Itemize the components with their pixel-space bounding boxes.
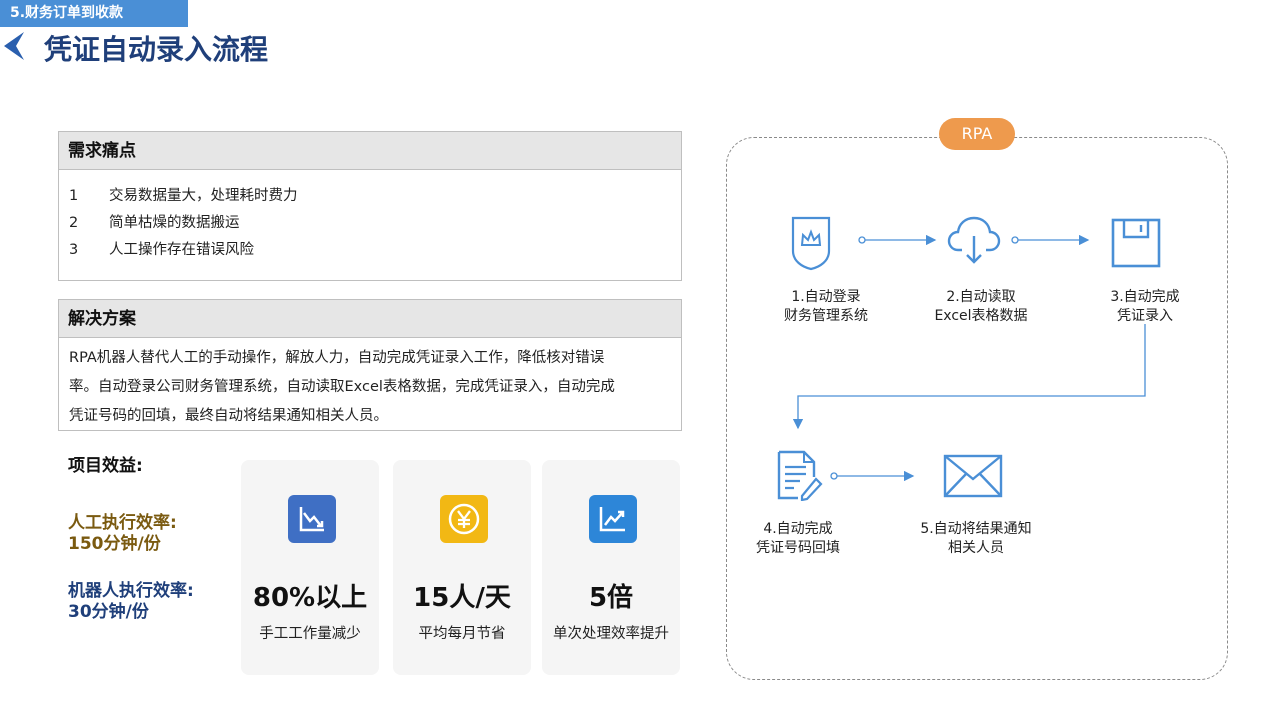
rpa-step-line: Excel表格数据 xyxy=(934,308,1028,324)
rpa-step-line: 1.自动登录 xyxy=(791,289,861,305)
shield-crown-icon xyxy=(791,216,831,271)
rpa-step-label: 5.自动将结果通知 相关人员 xyxy=(906,520,1046,558)
rpa-step-label: 2.自动读取 Excel表格数据 xyxy=(911,288,1051,326)
rpa-step-label: 4.自动完成 凭证号码回填 xyxy=(728,520,868,558)
rpa-step-label: 1.自动登录 财务管理系统 xyxy=(756,288,896,326)
cloud-download-icon xyxy=(947,216,1001,264)
save-icon xyxy=(1111,218,1161,268)
rpa-step-line: 2.自动读取 xyxy=(946,289,1016,305)
rpa-step-line: 4.自动完成 xyxy=(763,521,833,537)
rpa-step-line: 3.自动完成 xyxy=(1110,289,1180,305)
flow-connectors xyxy=(792,234,1146,482)
rpa-step-line: 凭证录入 xyxy=(1117,308,1173,324)
mail-icon xyxy=(943,454,1003,498)
rpa-step-line: 凭证号码回填 xyxy=(756,540,840,556)
rpa-step-line: 5.自动将结果通知 xyxy=(920,521,1032,537)
document-edit-icon xyxy=(777,450,823,501)
rpa-step-line: 相关人员 xyxy=(948,540,1004,556)
rpa-step-label: 3.自动完成 凭证录入 xyxy=(1075,288,1215,326)
rpa-step-line: 财务管理系统 xyxy=(784,308,868,324)
